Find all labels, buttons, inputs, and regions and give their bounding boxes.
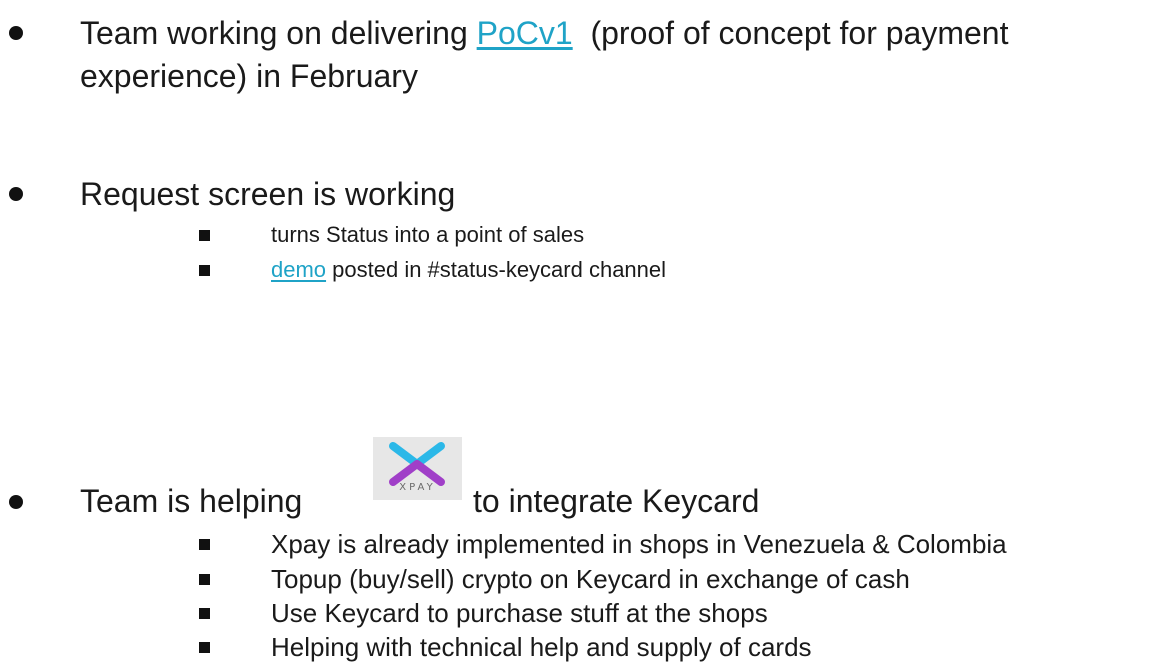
integrate-keycard-text: to integrate Keycard	[473, 483, 760, 519]
square-bullet-icon	[199, 265, 210, 276]
request-screen-heading: Request screen is working	[80, 176, 456, 212]
demo-link[interactable]: demo	[271, 257, 326, 282]
subitem-technical-help: Helping with technical help and supply o…	[271, 632, 812, 662]
bullet-icon	[9, 495, 23, 509]
team-helping-text: Team is helping	[80, 483, 303, 519]
status-line-pocv1-continued: experience) in February	[80, 58, 418, 94]
square-bullet-icon	[199, 642, 210, 653]
pocv1-link[interactable]: PoCv1	[477, 15, 573, 51]
bullet-icon	[9, 187, 23, 201]
status-line-pocv1: Team working on delivering PoCv1 (proof …	[80, 13, 1008, 53]
text-before-link: Team working on delivering	[80, 15, 477, 51]
xpay-logo: XPAY	[373, 437, 462, 500]
demo-text: posted in #status-keycard channel	[326, 257, 667, 282]
subitem-demo: demo posted in #status-keycard channel	[271, 255, 666, 285]
bullet-icon	[9, 26, 23, 40]
square-bullet-icon	[199, 230, 210, 241]
subitem-point-of-sales: turns Status into a point of sales	[271, 222, 585, 247]
xpay-wordmark: XPAY	[399, 482, 436, 493]
text-after-link: (proof of concept for payment	[572, 15, 1009, 51]
subitem-topup: Topup (buy/sell) crypto on Keycard in ex…	[271, 564, 910, 594]
square-bullet-icon	[199, 608, 210, 619]
subitem-purchase: Use Keycard to purchase stuff at the sho…	[271, 598, 768, 628]
subitem-xpay-shops: Xpay is already implemented in shops in …	[271, 529, 1007, 559]
square-bullet-icon	[199, 574, 210, 585]
square-bullet-icon	[199, 539, 210, 550]
